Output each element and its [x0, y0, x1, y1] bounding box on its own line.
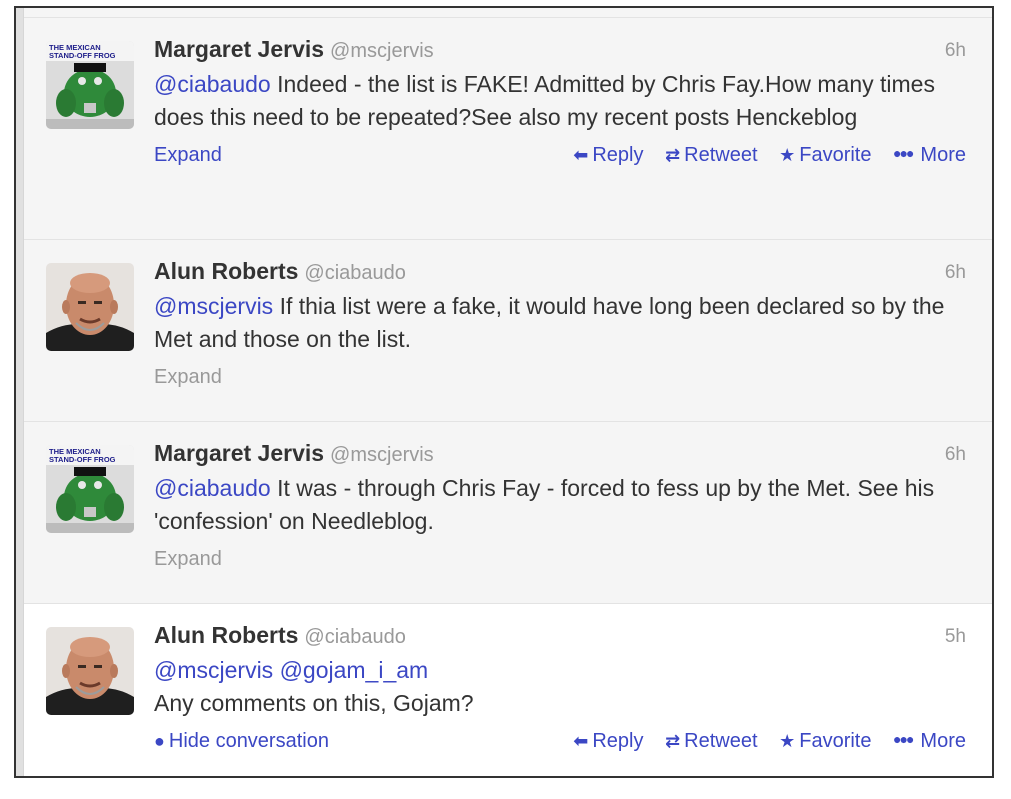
- left-scroll-edge: [16, 8, 24, 776]
- tweet-content: Alun Roberts @ciabaudo 5h @mscjervis @goj…: [154, 622, 966, 762]
- star-icon: ★: [779, 731, 796, 751]
- reply-arrow-icon: ⬅: [573, 731, 589, 751]
- tweet-content: Margaret Jervis @mscjervis 6h @ciabaudo I…: [154, 36, 966, 176]
- user-fullname[interactable]: Margaret Jervis: [154, 36, 324, 62]
- reply-button[interactable]: ⬅ Reply: [573, 730, 643, 753]
- retweet-button[interactable]: ⇄ Retweet: [665, 144, 757, 167]
- favorite-label: Favorite: [799, 144, 872, 166]
- favorite-button[interactable]: ★ Favorite: [779, 730, 871, 753]
- expand-link[interactable]: Expand: [154, 366, 222, 389]
- tweet-actions: ⬅ Reply ⇄ Retweet ★ Favorite ●●● More: [573, 730, 966, 753]
- reply-button[interactable]: ⬅ Reply: [573, 144, 643, 167]
- more-label: More: [920, 144, 966, 166]
- tweet-body: Any comments on this, Gojam?: [154, 690, 474, 716]
- user-handle[interactable]: @ciabaudo: [304, 262, 405, 284]
- retweet-label: Retweet: [684, 730, 758, 752]
- retweet-label: Retweet: [684, 144, 758, 166]
- tweet-content: Alun Roberts @ciabaudo 6h @mscjervis If t…: [154, 258, 966, 398]
- user-fullname[interactable]: Alun Roberts: [154, 258, 298, 284]
- star-icon: ★: [779, 145, 796, 165]
- user-fullname[interactable]: Alun Roberts: [154, 622, 298, 648]
- speech-bubble-icon: ●: [154, 731, 165, 751]
- expand-link[interactable]: Expand: [154, 548, 222, 571]
- previous-tweet-edge: [24, 8, 992, 18]
- tweet-body: Indeed - the list is FAKE! Admitted by C…: [154, 71, 935, 130]
- tweet-header: Alun Roberts @ciabaudo 6h: [154, 258, 966, 290]
- mention-link[interactable]: @mscjervis: [154, 293, 273, 319]
- tweet-item[interactable]: Alun Roberts @ciabaudo 6h @mscjervis If t…: [24, 240, 992, 422]
- tweet-footer: Expand: [154, 362, 966, 398]
- tweet-timestamp[interactable]: 5h: [945, 626, 966, 648]
- tweet-text: @mscjervis If thia list were a fake, it …: [154, 290, 966, 356]
- tweet-header: Alun Roberts @ciabaudo 5h: [154, 622, 966, 654]
- timeline-frame: THE MEXICAN STAND-OFF FROG Margaret Jerv…: [14, 6, 994, 778]
- tweet-header: Margaret Jervis @mscjervis 6h: [154, 440, 966, 472]
- ellipsis-icon: ●●●: [893, 731, 914, 747]
- favorite-label: Favorite: [799, 730, 872, 752]
- tweet-actions: ⬅ Reply ⇄ Retweet ★ Favorite ●●● More: [573, 144, 966, 167]
- avatar[interactable]: THE MEXICAN STAND-OFF FROG: [46, 41, 134, 129]
- tweet-timestamp[interactable]: 6h: [945, 262, 966, 284]
- tweet-item-expanded[interactable]: Alun Roberts @ciabaudo 5h @mscjervis @goj…: [24, 604, 992, 776]
- tweet-content: Margaret Jervis @mscjervis 6h @ciabaudo I…: [154, 440, 966, 580]
- mention-link[interactable]: @ciabaudo: [154, 475, 271, 501]
- hide-conversation-link[interactable]: ● Hide conversation: [154, 730, 329, 753]
- avatar[interactable]: [46, 263, 134, 351]
- tweet-text: @ciabaudo It was - through Chris Fay - f…: [154, 472, 966, 538]
- tweet-header: Margaret Jervis @mscjervis 6h: [154, 36, 966, 68]
- avatar[interactable]: THE MEXICAN STAND-OFF FROG: [46, 445, 134, 533]
- user-handle[interactable]: @mscjervis: [330, 40, 434, 62]
- tweet-timestamp[interactable]: 6h: [945, 40, 966, 62]
- tweet-text: @ciabaudo Indeed - the list is FAKE! Adm…: [154, 68, 966, 134]
- tweet-body: It was - through Chris Fay - forced to f…: [154, 475, 935, 534]
- avatar[interactable]: [46, 627, 134, 715]
- more-button[interactable]: ●●● More: [893, 730, 966, 753]
- more-label: More: [920, 730, 966, 752]
- user-fullname[interactable]: Margaret Jervis: [154, 440, 324, 466]
- more-button[interactable]: ●●● More: [893, 144, 966, 167]
- tweet-text: @mscjervis @gojam_i_am Any comments on t…: [154, 654, 966, 720]
- retweet-icon: ⇄: [665, 145, 681, 165]
- reply-label: Reply: [592, 144, 644, 166]
- hide-conversation-label: Hide conversation: [168, 730, 329, 752]
- reply-arrow-icon: ⬅: [573, 145, 589, 165]
- expand-link[interactable]: Expand: [154, 144, 222, 167]
- user-handle[interactable]: @mscjervis: [330, 444, 434, 466]
- retweet-icon: ⇄: [665, 731, 681, 751]
- mention-link[interactable]: @ciabaudo: [154, 71, 271, 97]
- svg-text:STAND-OFF FROG: STAND-OFF FROG: [49, 455, 116, 464]
- tweet-footer: Expand: [154, 544, 966, 580]
- tweet-footer: Expand ⬅ Reply ⇄ Retweet ★ Favorite ●●● More: [154, 140, 966, 176]
- tweet-timestamp[interactable]: 6h: [945, 444, 966, 466]
- tweet-body: If thia list were a fake, it would have …: [154, 293, 945, 352]
- reply-label: Reply: [592, 730, 644, 752]
- favorite-button[interactable]: ★ Favorite: [779, 144, 871, 167]
- user-handle[interactable]: @ciabaudo: [304, 626, 405, 648]
- tweet-footer: ● Hide conversation ⬅ Reply ⇄ Retweet ★ Favo…: [154, 726, 966, 762]
- mention-links[interactable]: @mscjervis @gojam_i_am: [154, 654, 966, 687]
- ellipsis-icon: ●●●: [893, 145, 914, 161]
- retweet-button[interactable]: ⇄ Retweet: [665, 730, 757, 753]
- tweet-item[interactable]: THE MEXICAN STAND-OFF FROG Margaret Jerv…: [24, 18, 992, 240]
- tweet-item[interactable]: THE MEXICAN STAND-OFF FROG Margaret Jerv…: [24, 422, 992, 604]
- svg-text:STAND-OFF FROG: STAND-OFF FROG: [49, 51, 116, 60]
